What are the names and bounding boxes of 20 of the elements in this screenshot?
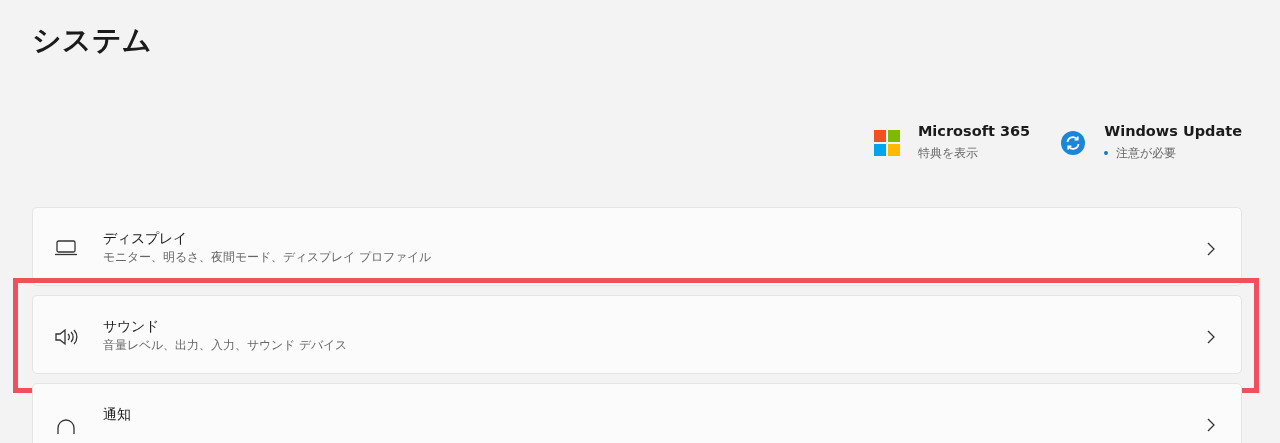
laptop-icon xyxy=(53,240,79,256)
windows-logo-icon[interactable] xyxy=(873,130,900,156)
settings-item[interactable]: 通知 xyxy=(32,383,1242,443)
page-title: システム xyxy=(32,22,153,59)
tile-title[interactable]: Windows Update xyxy=(1104,120,1242,142)
item-description: 音量レベル、出力、入力、サウンド デバイス xyxy=(103,337,348,354)
settings-item[interactable]: ディスプレイ モニター、明るさ、夜間モード、ディスプレイ プロファイル xyxy=(32,207,1242,286)
chevron-right-icon xyxy=(1207,330,1215,344)
item-label: 通知 xyxy=(103,405,132,424)
item-description: モニター、明るさ、夜間モード、ディスプレイ プロファイル xyxy=(103,249,432,266)
speaker-icon xyxy=(53,328,79,346)
item-label: サウンド xyxy=(103,317,160,336)
chevron-right-icon xyxy=(1207,242,1215,256)
tile-subtitle: 特典を表示 xyxy=(917,145,978,162)
chevron-right-icon xyxy=(1207,418,1215,432)
tile-subtitle: 注意が必要 xyxy=(1116,145,1177,162)
item-label: ディスプレイ xyxy=(103,229,188,248)
settings-item[interactable]: サウンド 音量レベル、出力、入力、サウンド デバイス xyxy=(32,295,1242,374)
tile-title[interactable]: Microsoft 365 xyxy=(917,120,1031,142)
sync-icon[interactable] xyxy=(1060,130,1087,156)
